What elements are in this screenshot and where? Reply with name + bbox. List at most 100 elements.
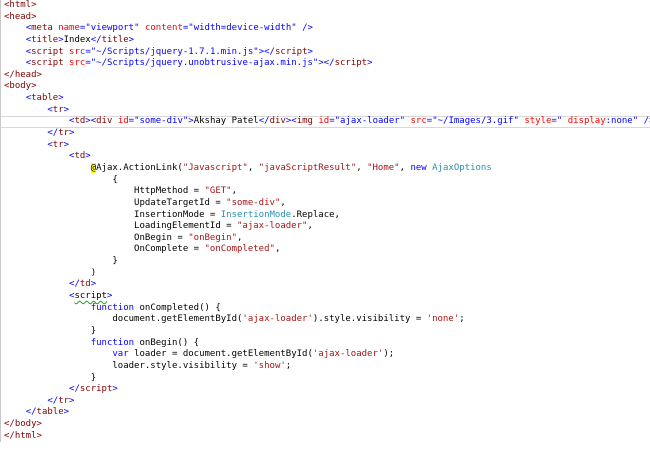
code-line[interactable]: <head>	[0, 11, 650, 24]
code-token: "javaScriptResult"	[258, 162, 357, 173]
code-token: >	[63, 407, 70, 418]
code-token: function	[90, 337, 135, 348]
code-line[interactable]: {	[0, 174, 650, 187]
code-line[interactable]: )	[0, 267, 650, 280]
code-token: >	[85, 151, 91, 162]
code-token: loader = document.getElementById(	[128, 349, 313, 360]
code-line[interactable]: <title>Index</title>	[0, 34, 650, 47]
code-token: table	[31, 93, 59, 104]
code-token: >	[128, 34, 135, 45]
code-token: new	[410, 162, 427, 173]
code-token: "Home"	[367, 162, 400, 173]
code-token: >	[63, 139, 70, 150]
code-line[interactable]: UpdateTargetId = "some-div",	[0, 197, 650, 210]
code-token: ,	[280, 197, 286, 208]
code-token: display	[567, 116, 606, 127]
code-line[interactable]: <script src="~/Scripts/jquery.unobtrusiv…	[0, 58, 650, 70]
code-line[interactable]: LoadingElementId = "ajax-loader",	[0, 221, 650, 233]
code-token: table	[36, 407, 64, 418]
code-line[interactable]: <body>	[0, 81, 650, 94]
code-line[interactable]: </tr>	[0, 128, 650, 140]
code-line[interactable]: <script>	[0, 291, 650, 303]
code-line[interactable]: function onBegin() {	[0, 337, 650, 350]
code-token: onCompleted() {	[134, 302, 221, 313]
code-token: src	[410, 116, 427, 127]
code-token: title	[101, 34, 129, 45]
code-line[interactable]: <script src="~/Scripts/jquery-1.7.1.min.…	[0, 46, 650, 59]
code-line[interactable]: </script>	[0, 384, 650, 396]
code-line[interactable]: <table>	[0, 93, 650, 105]
code-token: ;	[459, 314, 465, 325]
code-token: var	[112, 349, 129, 360]
code-token: div	[269, 116, 286, 127]
code-token: 'show'	[253, 360, 286, 371]
code-line[interactable]: HttpMethod = "GET",	[0, 186, 650, 198]
code-token: id	[318, 116, 330, 127]
code-token: img	[296, 116, 313, 127]
code-token: }	[90, 325, 97, 336]
code-token: "	[556, 116, 568, 127]
code-token: td	[79, 279, 91, 290]
code-line[interactable]: function onCompleted() {	[0, 302, 650, 315]
code-line[interactable]: var loader = document.getElementById('aj…	[0, 349, 650, 361]
code-lines: <html> <head> <meta name="viewport" conte…	[0, 0, 650, 443]
code-token: >	[367, 58, 373, 69]
code-token: Ajax.ActionLink(	[96, 162, 183, 173]
code-line[interactable]: </html>	[0, 430, 650, 443]
code-token: >	[69, 395, 75, 406]
code-token: LoadingElementId =	[134, 221, 237, 232]
code-token: "~/Scripts/jquery.unobtrusive-ajax.min.j…	[90, 58, 319, 69]
code-token: id	[117, 116, 129, 127]
code-token: div	[96, 116, 113, 127]
code-line[interactable]: }	[0, 372, 650, 385]
code-token: </	[90, 34, 102, 45]
code-line[interactable]: </head>	[0, 69, 650, 82]
code-line[interactable]: InsertionMode = InsertionMode.Replace,	[0, 209, 650, 222]
code-token: script	[274, 46, 308, 57]
code-line[interactable]: </td>	[0, 279, 650, 292]
code-token: >	[90, 279, 97, 290]
code-line[interactable]: document.getElementById('ajax-loader').s…	[0, 314, 650, 326]
code-line[interactable]: <meta name="viewport" content="width=dev…	[0, 23, 650, 35]
code-token: name	[58, 23, 80, 34]
code-token: "viewport"	[85, 23, 140, 34]
code-token: OnBegin =	[134, 232, 189, 243]
code-token: "some-div"	[134, 116, 189, 127]
code-line[interactable]: <tr>	[0, 104, 650, 117]
code-line[interactable]: <tr>	[0, 139, 650, 152]
code-line[interactable]: OnBegin = "onBegin",	[0, 232, 650, 245]
code-token: "onBegin"	[188, 232, 238, 243]
code-line[interactable]: <html>	[0, 0, 650, 12]
code-token: UpdateTargetId =	[134, 197, 227, 208]
code-editor[interactable]: <html> <head> <meta name="viewport" conte…	[0, 0, 650, 450]
code-token: </	[323, 58, 335, 69]
code-token: >	[307, 46, 313, 57]
code-token: <body>	[4, 81, 37, 92]
code-line[interactable]: OnComplete = "onCompleted",	[0, 244, 650, 257]
code-line[interactable]: </tr>	[0, 395, 650, 408]
code-token: onBegin() {	[134, 337, 200, 348]
code-line[interactable]: loader.style.visibility = 'show';	[0, 360, 650, 373]
code-token: document.getElementById(	[112, 314, 243, 325]
code-line[interactable]: }	[0, 256, 650, 268]
code-token: 'none'	[426, 314, 460, 325]
code-line[interactable]: </table>	[0, 407, 650, 420]
code-line[interactable]: </body>	[0, 419, 650, 431]
code-line[interactable]: @Ajax.ActionLink("Javascript", "javaScri…	[0, 162, 650, 175]
code-line[interactable]: }	[0, 325, 650, 338]
code-line[interactable]: <td>	[0, 151, 650, 163]
code-line[interactable]: <td><div id="some-div">Akshay Patel</div…	[0, 116, 650, 129]
